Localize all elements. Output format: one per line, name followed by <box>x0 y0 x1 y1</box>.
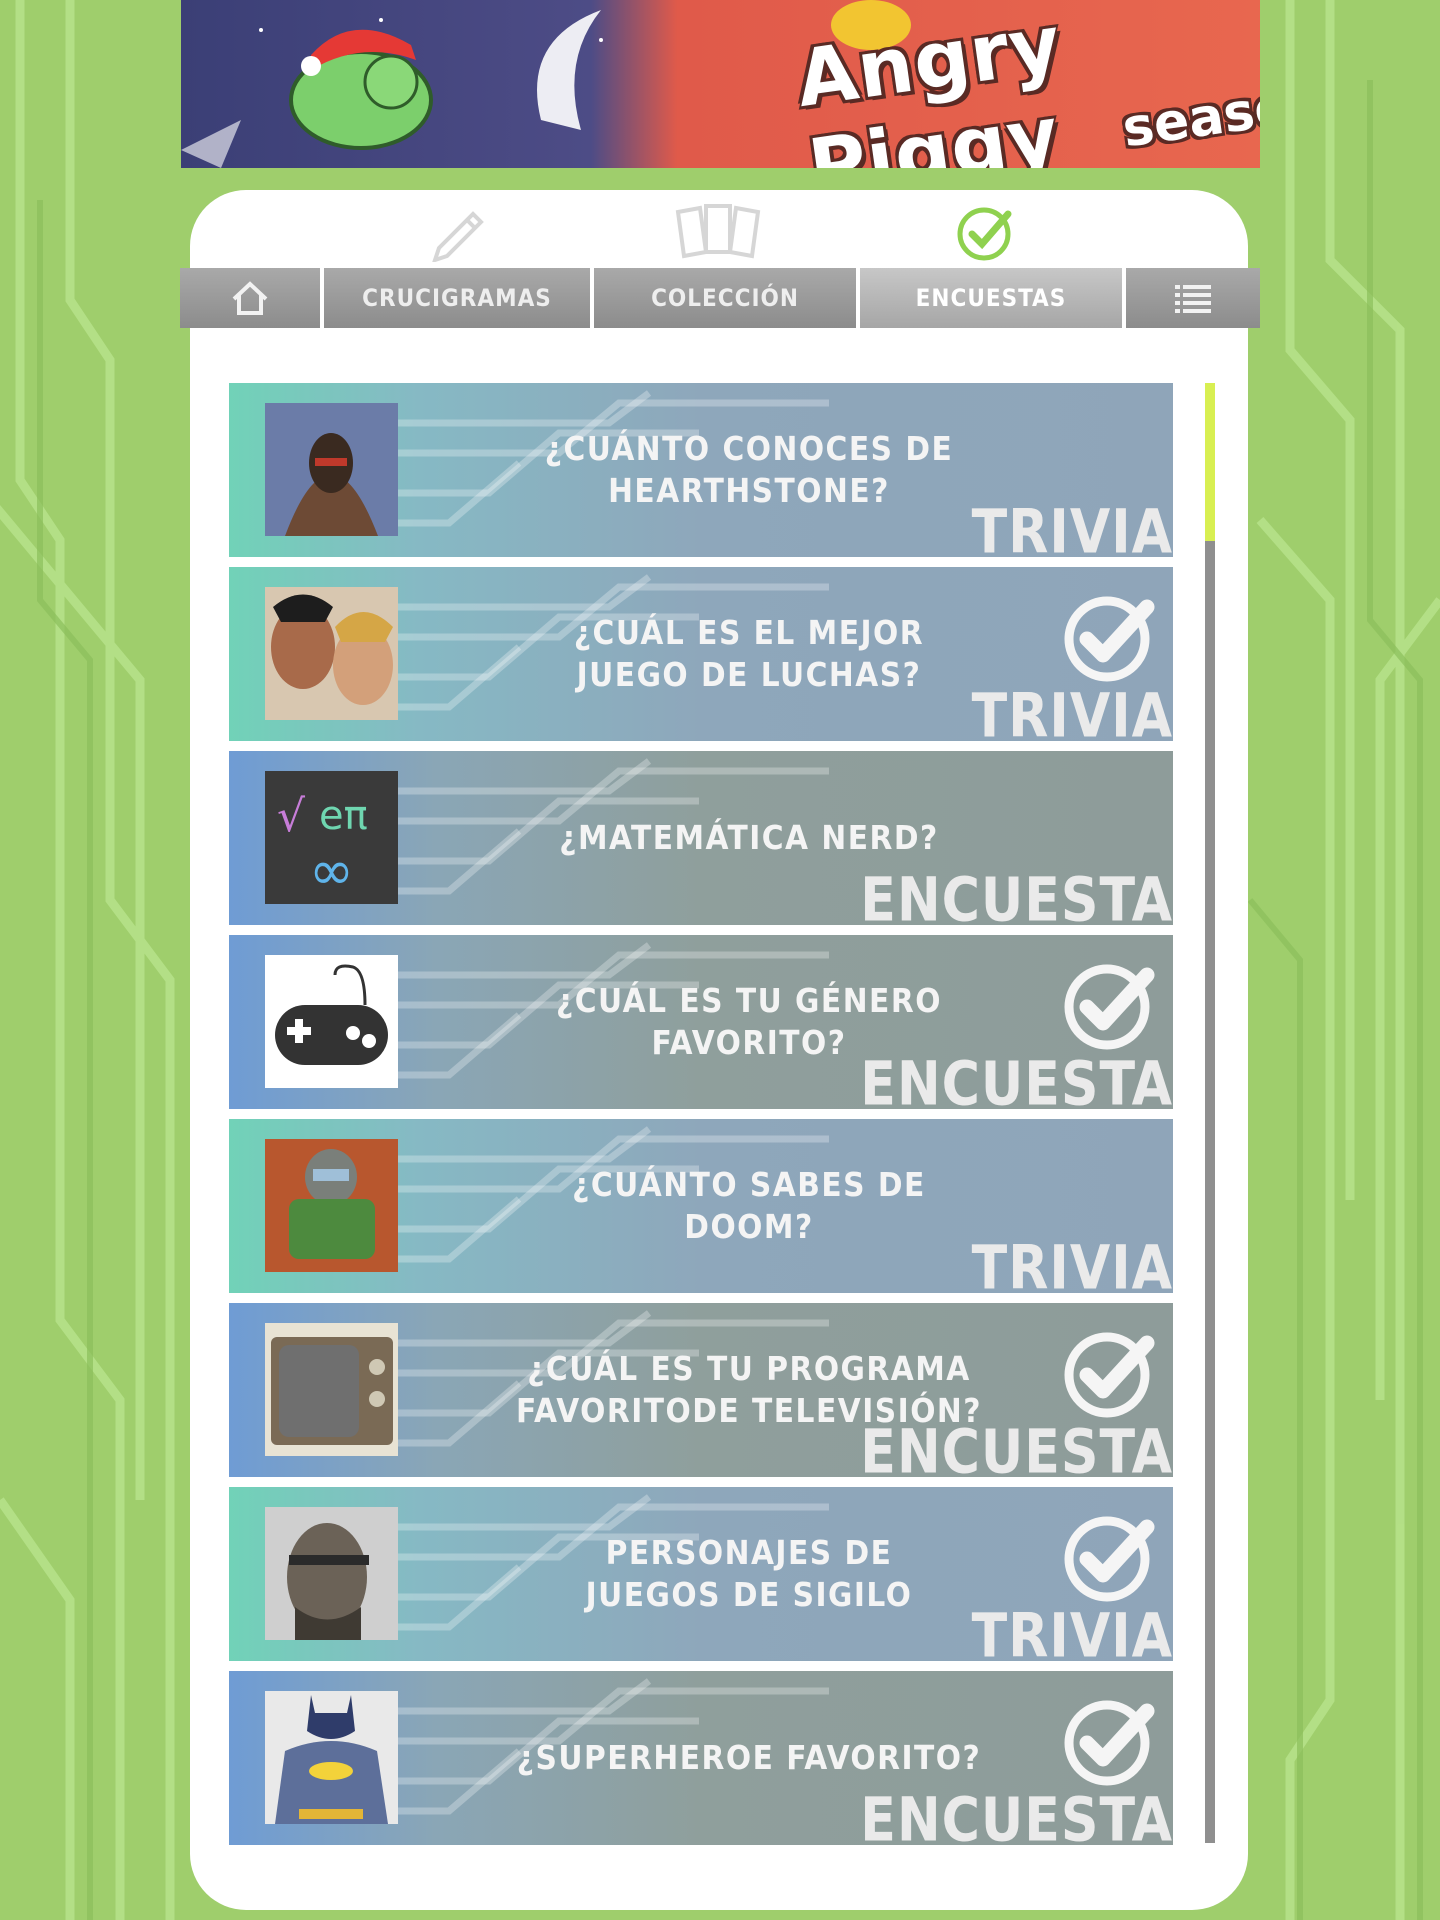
list-item[interactable]: PERSONAJES DE JUEGOS DE SIGILO TRIVIA <box>229 1487 1173 1661</box>
home-icon <box>232 281 268 315</box>
doom-marine-image <box>265 1139 398 1272</box>
list-item[interactable]: ¿CUÁNTO SABES DE DOOM? TRIVIA <box>229 1119 1173 1293</box>
item-type-label: TRIVIA <box>971 1599 1173 1661</box>
list-item[interactable]: ¿CUÁNTO CONOCES DE HEARTHSTONE? TRIVIA <box>229 383 1173 557</box>
tab-coleccion[interactable]: COLECCIÓN <box>594 268 856 328</box>
tab-encuestas[interactable]: ENCUESTAS <box>860 268 1122 328</box>
tab-label: ENCUESTAS <box>915 284 1067 312</box>
completed-check-icon <box>1064 1516 1155 1602</box>
item-title: PERSONAJES DE JUEGOS DE SIGILO <box>585 1533 913 1614</box>
pencil-icon[interactable] <box>417 200 497 262</box>
check-circle-icon[interactable] <box>944 200 1024 262</box>
hooded-warrior-image <box>265 403 398 536</box>
list-item[interactable]: ¿CUÁL ES TU GÉNERO FAVORITO? ENCUESTA <box>229 935 1173 1109</box>
completed-check-icon <box>1064 1700 1155 1786</box>
svg-text:eπ: eπ <box>319 793 368 839</box>
completed-check-icon <box>1064 596 1155 682</box>
list-icon <box>1175 285 1211 313</box>
scrollbar-track[interactable] <box>1205 383 1215 1843</box>
item-type-label: ENCUESTA <box>860 1415 1173 1477</box>
item-type-label: ENCUESTA <box>860 1783 1173 1845</box>
cards-icon[interactable] <box>670 200 766 262</box>
banner-ad[interactable]: Angry Piggy season <box>181 0 1260 168</box>
item-type-label: TRIVIA <box>971 679 1173 741</box>
item-type-label: ENCUESTA <box>860 1047 1173 1109</box>
item-type-label: TRIVIA <box>971 495 1173 557</box>
nav-bar: CRUCIGRAMAS COLECCIÓN ENCUESTAS <box>180 268 1260 330</box>
item-title: ¿CUÁNTO SABES DE DOOM? <box>572 1165 926 1246</box>
tab-label: CRUCIGRAMAS <box>362 284 552 312</box>
svg-text:∞: ∞ <box>309 839 354 902</box>
math-symbols-image: √ eπ∞ <box>265 771 398 904</box>
tab-home[interactable] <box>180 268 320 328</box>
scrollbar-thumb[interactable] <box>1205 383 1215 541</box>
gamepad-image <box>265 955 398 1088</box>
completed-check-icon <box>1064 964 1155 1050</box>
list-item[interactable]: ¿CUÁL ES TU PROGRAMA FAVORITODE TELEVISI… <box>229 1303 1173 1477</box>
item-type-label: TRIVIA <box>971 1231 1173 1293</box>
tv-image <box>265 1323 398 1456</box>
list-item[interactable]: √ eπ ∞ ¿MATEMÁTICA NERD? ENCUESTA <box>229 751 1173 925</box>
item-title: ¿CUÁL ES EL MEJOR JUEGO DE LUCHAS? <box>573 613 925 694</box>
fighters-image <box>265 587 398 720</box>
tab-label: COLECCIÓN <box>651 284 799 312</box>
completed-check-icon <box>1064 1332 1155 1418</box>
tab-menu[interactable] <box>1126 268 1260 328</box>
svg-text:√: √ <box>277 791 306 842</box>
list-item[interactable]: ¿SUPERHEROE FAVORITO? ENCUESTA <box>229 1671 1173 1845</box>
batman-image <box>265 1691 398 1824</box>
tab-crucigramas[interactable]: CRUCIGRAMAS <box>324 268 590 328</box>
item-title: ¿CUÁNTO CONOCES DE HEARTHSTONE? <box>544 429 954 510</box>
list-item[interactable]: ¿CUÁL ES EL MEJOR JUEGO DE LUCHAS? TRIVIA <box>229 567 1173 741</box>
stealth-soldier-image <box>265 1507 398 1640</box>
item-type-label: ENCUESTA <box>860 863 1173 925</box>
